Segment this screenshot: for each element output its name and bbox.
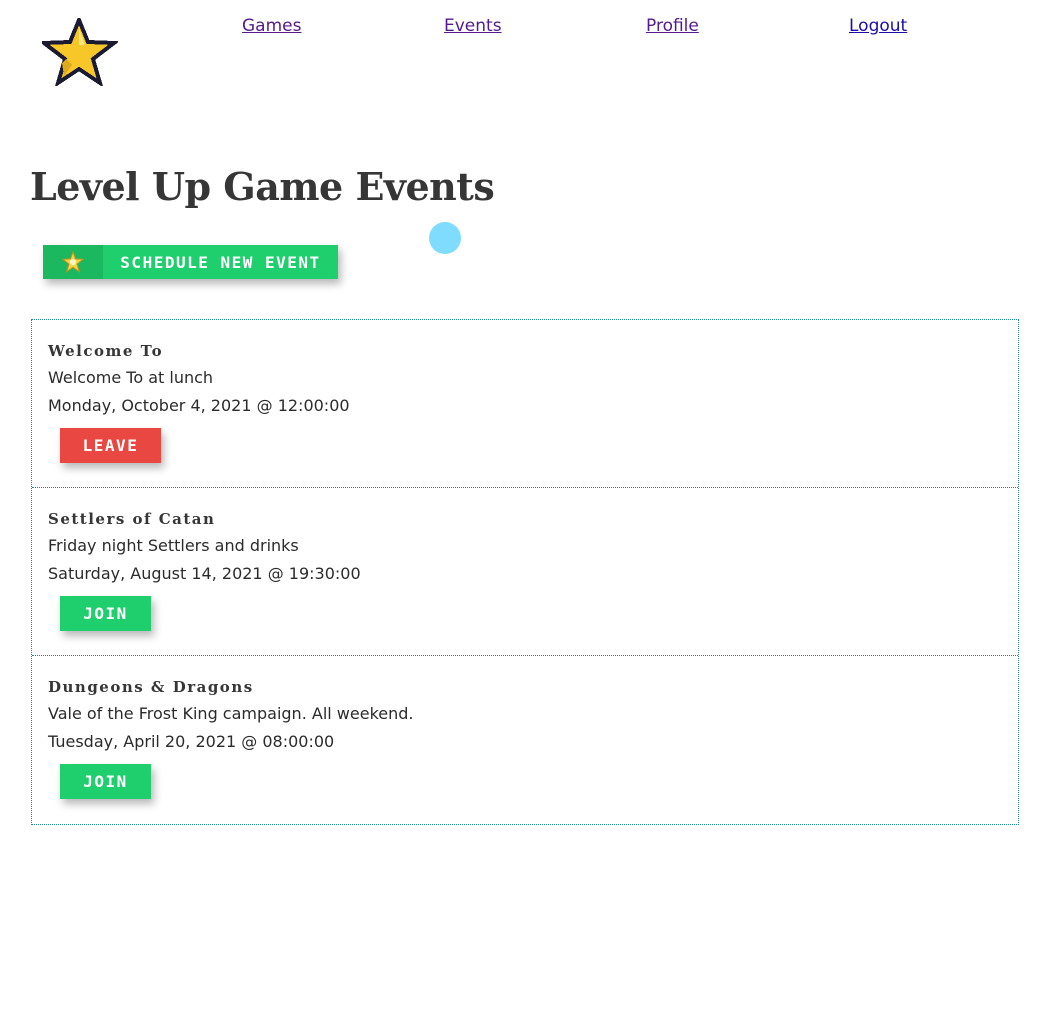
cursor-indicator (429, 222, 461, 254)
event-game-title: Dungeons & Dragons (48, 678, 254, 696)
nav-events-link[interactable]: Events (444, 16, 502, 36)
schedule-new-event-button[interactable]: Schedule New Event (43, 245, 338, 279)
logo-star-icon (38, 14, 120, 88)
event-date: Tuesday, April 20, 2021 @ 08:00:00 (48, 732, 335, 751)
star-icon (43, 245, 103, 279)
nav-profile-link[interactable]: Profile (646, 16, 699, 36)
event-date: Saturday, August 14, 2021 @ 19:30:00 (48, 564, 361, 583)
join-event-button[interactable]: Join (60, 764, 151, 799)
schedule-new-event-label: Schedule New Event (120, 252, 321, 272)
event-description: Welcome To at lunch (48, 368, 214, 387)
event-card: Welcome To Welcome To at lunch Monday, O… (32, 320, 1018, 488)
join-event-button[interactable]: Join (60, 596, 151, 631)
event-description: Friday night Settlers and drinks (48, 536, 299, 555)
event-description: Vale of the Frost King campaign. All wee… (48, 704, 414, 723)
page-title: Level Up Game Events (30, 164, 495, 209)
event-game-title: Settlers of Catan (48, 510, 216, 528)
nav-games-link[interactable]: Games (242, 16, 301, 36)
event-list: Welcome To Welcome To at lunch Monday, O… (31, 319, 1019, 825)
nav-logout-link[interactable]: Logout (849, 16, 907, 36)
event-card: Dungeons & Dragons Vale of the Frost Kin… (32, 656, 1018, 824)
leave-event-button[interactable]: Leave (60, 428, 161, 463)
event-card: Settlers of Catan Friday night Settlers … (32, 488, 1018, 656)
event-game-title: Welcome To (48, 342, 164, 360)
event-date: Monday, October 4, 2021 @ 12:00:00 (48, 396, 350, 415)
